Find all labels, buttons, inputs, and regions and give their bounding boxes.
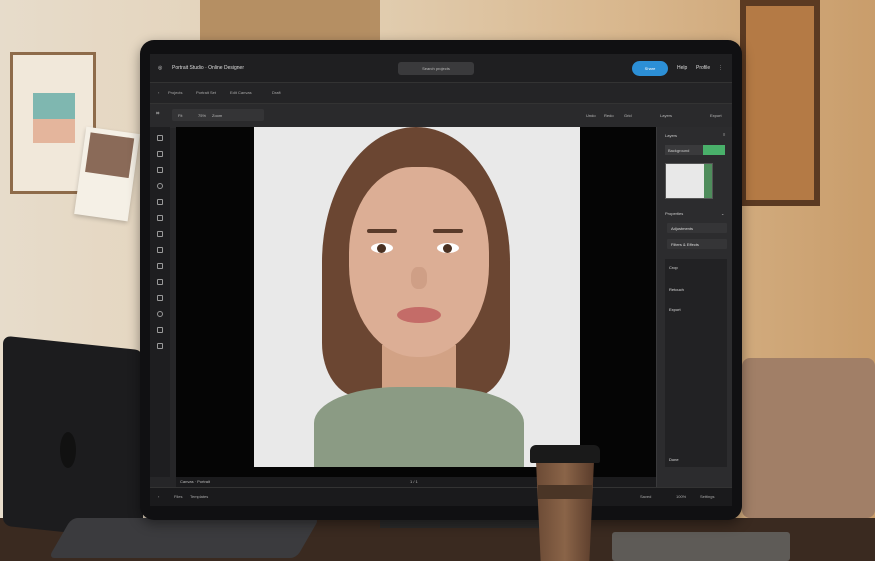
list-item[interactable]: Export <box>669 307 681 312</box>
undo-button[interactable]: Undo <box>586 113 596 118</box>
back-icon[interactable]: ‹ <box>158 90 159 95</box>
portrait-eye <box>371 243 393 253</box>
fit-button[interactable]: Fit <box>178 113 182 118</box>
breadcrumb-item[interactable]: Portrait Set <box>196 90 216 95</box>
section-title: Properties <box>665 211 684 216</box>
toolbar: ⌗ Fit 75% Zoom Undo Redo Grid Layers Exp… <box>150 103 732 128</box>
settings-button[interactable]: Settings <box>700 494 714 499</box>
export-button[interactable]: Export <box>710 113 722 118</box>
portrait-eye <box>437 243 459 253</box>
list-item[interactable]: Crop <box>669 265 678 270</box>
stamp-tool-icon[interactable] <box>157 279 163 285</box>
row-label: Adjustments <box>671 226 694 231</box>
zoom-indicator[interactable]: 100% <box>676 494 686 499</box>
tool-sidebar <box>150 127 170 477</box>
monitor: ◎ Portrait Studio · Online Designer Sear… <box>140 40 742 520</box>
list-item[interactable]: Retouch <box>669 287 684 292</box>
lasso-tool-icon[interactable] <box>157 167 163 173</box>
polaroid-image <box>85 132 135 179</box>
hand-tool-icon[interactable] <box>157 327 163 333</box>
crop-icon[interactable]: ⌗ <box>156 111 159 118</box>
corkboard <box>200 0 380 40</box>
brush-tool-icon[interactable] <box>157 183 163 189</box>
book <box>612 532 790 561</box>
fill-tool-icon[interactable] <box>157 263 163 269</box>
breadcrumb-item[interactable]: Edit Canvas <box>230 90 252 95</box>
redo-button[interactable]: Redo <box>604 113 614 118</box>
framed-poster-right <box>740 0 820 206</box>
bottom-dock: ‹ Files Templates Saved 100% Settings <box>150 487 732 506</box>
window-title: Portrait Studio · Online Designer <box>172 65 244 71</box>
select-tool-icon[interactable] <box>157 151 163 157</box>
layer-thumbnail[interactable] <box>665 163 713 199</box>
portrait-photo[interactable] <box>254 127 580 467</box>
profile-link[interactable]: Profile <box>696 65 710 71</box>
toggle-label: Background <box>668 148 690 153</box>
eraser-tool-icon[interactable] <box>157 247 163 253</box>
breadcrumb: ‹ Projects Portrait Set Edit Canvas Draf… <box>150 82 732 103</box>
chevron-down-icon[interactable]: ⌄ <box>721 211 724 216</box>
portrait-brow <box>433 229 463 233</box>
cup-body <box>536 461 594 561</box>
row-label: Filters & Effects <box>671 242 699 247</box>
cup-lid <box>530 445 600 463</box>
portrait-lips <box>397 307 441 323</box>
background-toggle[interactable]: Background <box>665 145 725 155</box>
action-list: Crop Retouch Export Done <box>665 259 727 467</box>
couch <box>742 358 875 518</box>
zoom-value[interactable]: 75% <box>198 113 206 118</box>
eyedropper-tool-icon[interactable] <box>157 311 163 317</box>
properties-panel: Layers ≡ Background Properties ⌄ Adjustm… <box>656 127 732 487</box>
templates-button[interactable]: Templates <box>190 494 208 499</box>
text-tool-icon[interactable] <box>157 215 163 221</box>
editor-window: ◎ Portrait Studio · Online Designer Sear… <box>150 54 732 506</box>
share-button[interactable]: Share <box>632 61 668 76</box>
zoom-tool-icon[interactable] <box>157 343 163 349</box>
more-icon[interactable]: ⋮ <box>718 65 723 71</box>
portrait-nose <box>411 267 427 289</box>
move-tool-icon[interactable] <box>157 135 163 141</box>
shape-tool-icon[interactable] <box>157 231 163 237</box>
canvas-status: Canvas · Portrait <box>180 479 211 484</box>
save-status: Saved <box>640 494 652 499</box>
search-input[interactable]: Search projects <box>398 62 474 75</box>
laptop-logo-icon <box>60 432 76 468</box>
grid-button[interactable]: Grid <box>624 113 632 118</box>
toggle-on-indicator <box>703 145 725 155</box>
collapse-icon[interactable]: ‹ <box>158 494 159 499</box>
page-indicator[interactable]: 1 / 1 <box>410 479 418 484</box>
zoom-button[interactable]: Zoom <box>212 113 222 118</box>
adjustments-row[interactable]: Adjustments <box>667 223 727 233</box>
panel-footer[interactable]: Done <box>669 457 679 462</box>
crop-tool-icon[interactable] <box>157 199 163 205</box>
breadcrumb-item[interactable]: Projects <box>168 90 182 95</box>
poster-art <box>33 119 75 143</box>
thumbnail-accent <box>704 164 712 198</box>
coffee-cup <box>530 445 600 561</box>
title-bar: ◎ Portrait Studio · Online Designer Sear… <box>150 54 732 82</box>
filters-row[interactable]: Filters & Effects <box>667 239 727 249</box>
help-link[interactable]: Help <box>677 65 687 71</box>
breadcrumb-item[interactable]: Draft <box>272 90 281 95</box>
poster-art <box>33 93 75 119</box>
portrait-shirt <box>314 387 524 467</box>
panel-menu-icon[interactable]: ≡ <box>723 132 725 137</box>
canvas-area[interactable] <box>176 127 656 477</box>
files-button[interactable]: Files <box>174 494 182 499</box>
portrait-face <box>349 167 489 357</box>
blur-tool-icon[interactable] <box>157 295 163 301</box>
panel-title: Layers <box>665 133 678 138</box>
cup-sleeve <box>538 485 592 499</box>
layers-button[interactable]: Layers <box>660 113 672 118</box>
portrait-brow <box>367 229 397 233</box>
laptop-base <box>48 518 320 558</box>
app-logo-icon: ◎ <box>158 65 163 71</box>
